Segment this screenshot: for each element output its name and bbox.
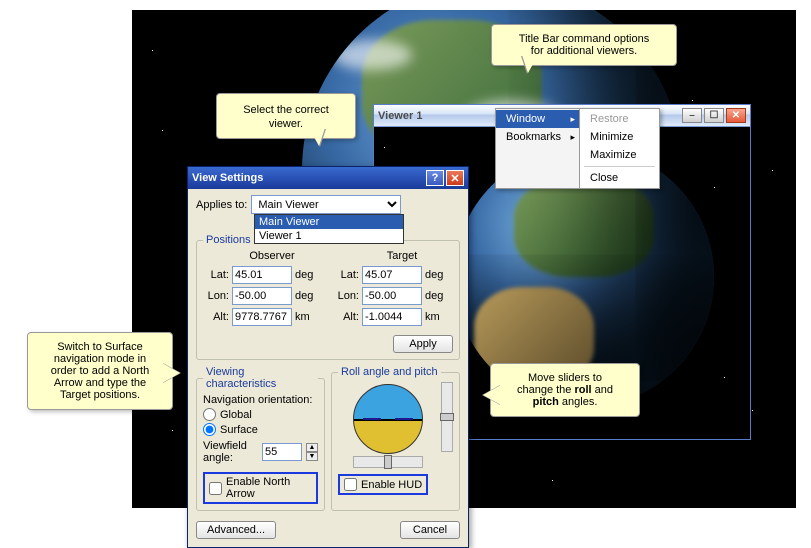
menu-minimize[interactable]: Minimize (580, 128, 659, 146)
dialog-titlebar[interactable]: View Settings ? ✕ (188, 167, 468, 189)
close-button[interactable]: ✕ (726, 108, 746, 123)
menu-maximize[interactable]: Maximize (580, 146, 659, 164)
callout-titlebar-commands: Title Bar command options for additional… (491, 24, 677, 66)
apply-button[interactable]: Apply (393, 335, 453, 353)
nav-orientation-label: Navigation orientation: (203, 394, 318, 406)
global-label: Global (220, 409, 252, 421)
view-settings-dialog: View Settings ? ✕ Applies to: Main Viewe… (187, 166, 469, 548)
applies-to-dropdown: Main Viewer Viewer 1 (254, 214, 404, 244)
observer-alt-input[interactable] (232, 308, 292, 326)
submenu-arrow-icon: ▸ (571, 114, 576, 125)
unit-km: km (425, 311, 449, 323)
menu-bookmarks[interactable]: Bookmarks ▸ (496, 128, 579, 146)
roll-slider[interactable] (353, 456, 423, 468)
tgt-alt-label: Alt: (333, 311, 359, 323)
cancel-button[interactable]: Cancel (400, 521, 460, 539)
obs-alt-label: Alt: (203, 311, 229, 323)
viewing-characteristics-group: Viewing characteristics Navigation orien… (196, 366, 325, 511)
menu-window-label: Window (506, 113, 545, 125)
target-alt-input[interactable] (362, 308, 422, 326)
unit-deg: deg (295, 269, 319, 281)
callout-select-viewer: Select the correct viewer. (216, 93, 356, 139)
tgt-lat-label: Lat: (333, 269, 359, 281)
target-header: Target (333, 250, 453, 262)
help-button[interactable]: ? (426, 170, 444, 186)
target-lat-input[interactable] (362, 266, 422, 284)
observer-lon-input[interactable] (232, 287, 292, 305)
target-lon-input[interactable] (362, 287, 422, 305)
observer-lat-input[interactable] (232, 266, 292, 284)
enable-north-arrow-checkbox[interactable] (209, 482, 222, 495)
applies-option-viewer1[interactable]: Viewer 1 (255, 229, 403, 243)
global-radio[interactable] (203, 408, 216, 421)
obs-lon-label: Lon: (203, 290, 229, 302)
viewfield-spin-down[interactable]: ▼ (306, 452, 318, 461)
dialog-title: View Settings (192, 172, 263, 184)
viewfield-spin-up[interactable]: ▲ (306, 443, 318, 452)
dialog-close-button[interactable]: ✕ (446, 170, 464, 186)
roll-legend: Roll angle and pitch (338, 366, 441, 378)
submenu-arrow-icon: ▸ (571, 132, 576, 143)
menu-separator (584, 166, 655, 167)
positions-group: Positions Observer Lat: deg Lon: deg Alt: k… (196, 234, 460, 360)
callout-sliders: Move sliders to change the roll and pitc… (490, 363, 640, 417)
obs-lat-label: Lat: (203, 269, 229, 281)
roll-pitch-group: Roll angle and pitch Enable HUD (331, 366, 460, 511)
enable-north-arrow-label: Enable North Arrow (226, 476, 312, 500)
surface-label: Surface (220, 424, 258, 436)
applies-to-select[interactable]: Main Viewer (251, 195, 401, 214)
unit-deg: deg (295, 290, 319, 302)
positions-legend: Positions (203, 234, 254, 246)
unit-km: km (295, 311, 319, 323)
maximize-button[interactable]: ☐ (704, 108, 724, 123)
viewfield-label: Viewfield angle: (203, 440, 258, 464)
advanced-button[interactable]: Advanced... (196, 521, 276, 539)
applies-option-main[interactable]: Main Viewer (255, 215, 403, 229)
applies-to-label: Applies to: (196, 199, 247, 211)
observer-header: Observer (203, 250, 323, 262)
menu-bookmarks-label: Bookmarks (506, 131, 561, 143)
viewfield-input[interactable] (262, 443, 302, 461)
tgt-lon-label: Lon: (333, 290, 359, 302)
viewer-title: Viewer 1 (378, 110, 422, 122)
minimize-button[interactable]: – (682, 108, 702, 123)
surface-radio[interactable] (203, 423, 216, 436)
enable-hud-label: Enable HUD (361, 479, 422, 491)
menu-restore: Restore (580, 110, 659, 128)
enable-hud-checkbox[interactable] (344, 478, 357, 491)
menu-window[interactable]: Window ▸ (496, 110, 579, 128)
unit-deg: deg (425, 269, 449, 281)
unit-deg: deg (425, 290, 449, 302)
menu-close[interactable]: Close (580, 169, 659, 187)
titlebar-context-menu: Window ▸ Bookmarks ▸ Restore Minimize Ma… (495, 108, 660, 189)
callout-surface-mode: Switch to Surface navigation mode in ord… (27, 332, 173, 410)
attitude-indicator (353, 384, 423, 454)
viewing-legend: Viewing characteristics (203, 366, 318, 390)
pitch-slider[interactable] (441, 382, 453, 452)
